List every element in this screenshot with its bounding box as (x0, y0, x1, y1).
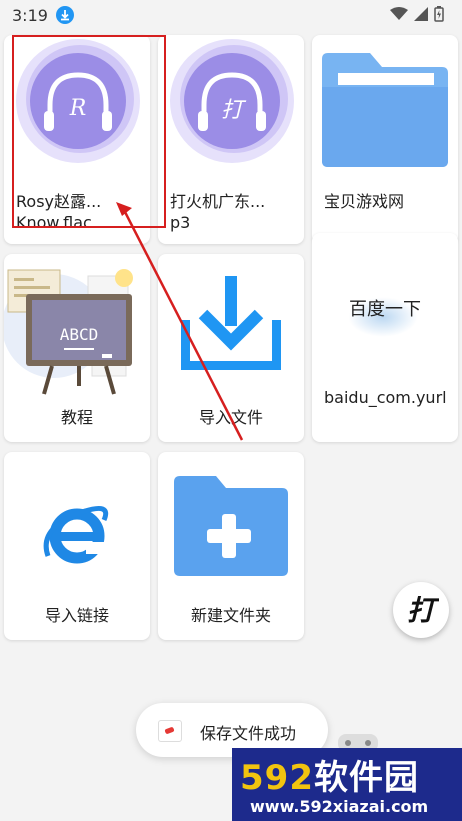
import-file-label: 导入文件 (198, 408, 263, 427)
music-headphones-icon: R (16, 39, 140, 163)
music-headphones-icon: 打 (170, 39, 294, 163)
import-download-icon (181, 276, 281, 370)
new-folder-icon (174, 476, 288, 576)
download-notification-icon (56, 6, 74, 24)
import-file-card[interactable]: 导入文件 (158, 254, 304, 442)
import-link-label: 导入链接 (44, 606, 109, 625)
import-link-card[interactable]: 导入链接 (4, 452, 150, 640)
svg-text:打: 打 (407, 594, 439, 627)
tutorial-label: 教程 (60, 408, 93, 427)
svg-text:ABCD: ABCD (60, 325, 99, 344)
battery-icon (434, 6, 444, 22)
app-icon (158, 720, 182, 742)
file-card-lighter-mp3[interactable]: 打 打火机广东... p3 (158, 35, 304, 244)
app-logo-icon: 打 (407, 594, 439, 627)
file-card-rosy-flac[interactable]: R Rosy赵露... Know.flac (4, 35, 150, 244)
shortcut-name-label: baidu_com.yurl (324, 388, 447, 407)
folder-name-label: 宝贝游戏网 (324, 192, 405, 211)
folder-icon (322, 53, 448, 167)
toast-text: 保存文件成功 (200, 724, 297, 743)
tutorial-card[interactable]: ABCD 教程 (4, 254, 150, 442)
web-shortcut-icon: 百度一下 (312, 285, 458, 337)
svg-text:R: R (69, 96, 87, 121)
watermark-logo: 592软件园 www.592xiazai.com (232, 748, 462, 821)
watermark-brand: 592软件园 (240, 758, 419, 798)
ie-browser-icon (43, 505, 109, 564)
status-time: 3:19 (12, 6, 48, 25)
web-shortcut-card-baidu[interactable]: 百度一下 baidu_com.yurl (312, 233, 458, 442)
wifi-icon (390, 7, 408, 20)
file-name-label: 打火机广东... p3 (170, 192, 266, 232)
watermark-url: www.592xiazai.com (250, 797, 429, 816)
floating-action-button[interactable]: 打 (393, 582, 449, 638)
system-icons (390, 6, 444, 22)
tutorial-blackboard-icon: ABCD (4, 269, 133, 395)
new-folder-label: 新建文件夹 (190, 606, 271, 625)
signal-icon (414, 7, 428, 21)
file-name-label: Rosy赵露... Know.flac (16, 192, 102, 232)
new-folder-card[interactable]: 新建文件夹 (158, 452, 304, 640)
folder-card-baobei[interactable]: 宝贝游戏网 (312, 35, 458, 244)
status-bar: 3:19 (0, 0, 462, 32)
